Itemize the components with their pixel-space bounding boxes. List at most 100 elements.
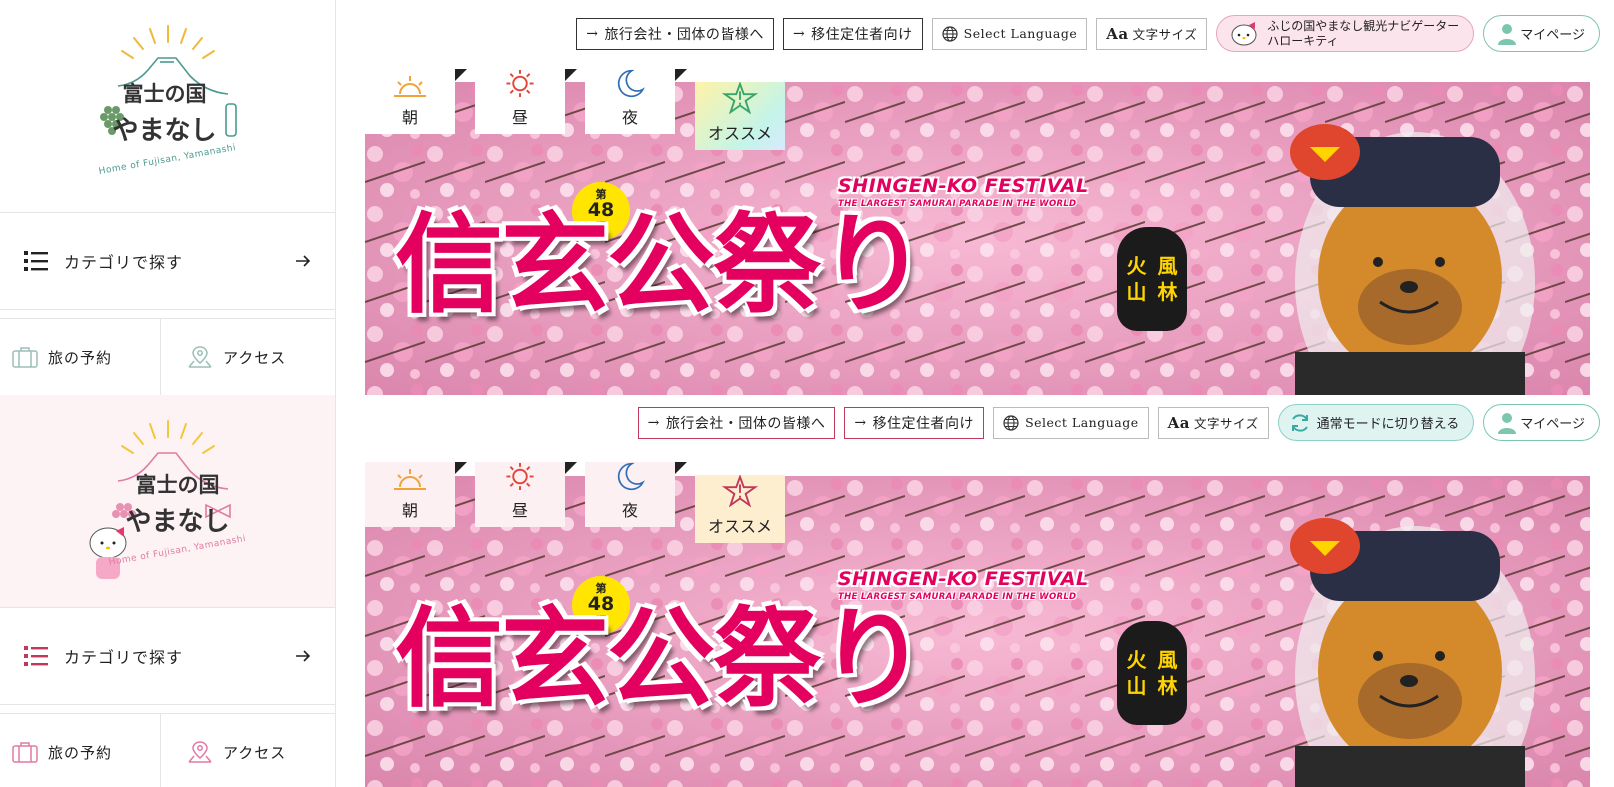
sunrise-icon (394, 76, 426, 97)
mypage-label: マイページ (1520, 28, 1585, 43)
logo-title: 富士の国 やまなし Home of Fujisan, Yamanashi (0, 78, 335, 177)
hello-kitty-mode-line1: ふじの国やまなし観光ナビゲーター (1267, 19, 1460, 34)
relocation-label: 移住定住者向け (872, 415, 975, 432)
sign-char: 山 (1126, 280, 1147, 304)
tab-recommend[interactable]: オススメ (695, 475, 785, 543)
font-size-button[interactable]: Aa 文字サイズ (1157, 406, 1269, 439)
language-label: Select Language (963, 26, 1078, 41)
tab-morning[interactable]: 朝 (365, 462, 467, 527)
tab-recommend[interactable]: オススメ (695, 82, 785, 150)
moon-icon (617, 462, 645, 491)
arrow-right-icon: → (854, 414, 867, 431)
tab-noon[interactable]: 昼 (475, 462, 577, 527)
mascot-image (1290, 518, 1535, 787)
hello-kitty-mode-line2: ハローキティ (1267, 33, 1339, 48)
arrow-right-icon (296, 255, 311, 267)
sign-char: 山 (1126, 674, 1147, 698)
font-size-label: 文字サイズ (1193, 416, 1259, 431)
tab-night[interactable]: 夜 (585, 69, 687, 134)
arrow-right-icon: → (586, 25, 599, 42)
festival-title-en: SHINGEN-KO FESTIVAL (838, 568, 1089, 590)
map-pin-icon (188, 741, 212, 763)
sign-char: 林 (1157, 674, 1178, 698)
mypage-label: マイページ (1520, 417, 1585, 432)
travel-booking-link[interactable]: 旅の予約 (0, 319, 161, 395)
list-icon (24, 251, 48, 271)
mascot-image (1290, 124, 1535, 395)
suitcase-icon (12, 742, 38, 763)
moon-icon (617, 69, 645, 98)
tab-noon-label: 昼 (511, 108, 528, 127)
access-link[interactable]: アクセス (161, 714, 335, 787)
top-navigation: → 旅行会社・団体の皆様へ → 移住定住者向け Select Language Aa… (576, 15, 1600, 52)
hello-kitty-mode-header: 富士の国 やまなし Home of Fujisan, Yamanashi カテゴ… (0, 395, 1614, 787)
category-search-button[interactable]: カテゴリで探す (0, 212, 335, 310)
access-link[interactable]: アクセス (161, 319, 335, 395)
mypage-button[interactable]: マイページ (1483, 15, 1600, 52)
relocation-label: 移住定住者向け (811, 26, 913, 43)
normal-mode-label: 通常モードに切り替える (1316, 417, 1460, 432)
tab-night-label: 夜 (621, 501, 638, 520)
sun-icon (506, 462, 534, 491)
list-icon (24, 646, 48, 666)
sign-char: 火 (1126, 254, 1147, 278)
site-logo-kitty[interactable]: 富士の国 やまなし Home of Fujisan, Yamanashi (0, 395, 335, 607)
furinkazan-sign: 火 風 山 林 (1117, 621, 1187, 725)
hello-kitty-mode-button[interactable]: ふじの国やまなし観光ナビゲーター ハローキティ (1216, 15, 1475, 52)
mypage-button[interactable]: マイページ (1483, 404, 1600, 441)
travel-agency-button[interactable]: → 旅行会社・団体の皆様へ (576, 17, 774, 50)
user-icon (1498, 23, 1517, 45)
language-select-button[interactable]: Select Language (931, 17, 1088, 50)
sign-char: 火 (1126, 648, 1147, 672)
sign-char: 風 (1157, 648, 1178, 672)
tab-noon-label: 昼 (511, 501, 528, 520)
logo-title: 富士の国 やまなし Home of Fujisan, Yamanashi (0, 469, 335, 568)
suitcase-icon (12, 347, 38, 368)
map-pin-icon (188, 346, 212, 368)
tab-recommend-label: オススメ (707, 517, 772, 536)
travel-booking-label: 旅の予約 (48, 743, 113, 762)
arrow-right-icon: → (647, 414, 660, 431)
sidebar: 富士の国 やまなし Home of Fujisan, Yamanashi カテゴ… (0, 0, 336, 395)
time-of-day-tabs: 朝 昼 夜 オススメ (365, 462, 785, 543)
font-size-label: 文字サイズ (1132, 27, 1198, 42)
normal-mode-button[interactable]: 通常モードに切り替える (1277, 404, 1475, 441)
category-search-button[interactable]: カテゴリで探す (0, 607, 335, 705)
travel-agency-button[interactable]: → 旅行会社・団体の皆様へ (637, 406, 836, 439)
logo-title-line1: 富士の国 (122, 81, 207, 106)
sign-char: 林 (1157, 280, 1178, 304)
standard-mode-header: 富士の国 やまなし Home of Fujisan, Yamanashi カテゴ… (0, 0, 1614, 395)
star-icon (722, 82, 758, 114)
category-search-label: カテゴリで探す (64, 648, 184, 667)
globe-icon (942, 25, 958, 42)
star-icon (722, 475, 758, 507)
travel-agency-label: 旅行会社・団体の皆様へ (604, 26, 764, 43)
sidebar-bottom-links: 旅の予約 アクセス (0, 318, 335, 395)
language-select-button[interactable]: Select Language (993, 406, 1149, 439)
access-label: アクセス (223, 348, 287, 367)
site-logo[interactable]: 富士の国 やまなし Home of Fujisan, Yamanashi (0, 0, 335, 210)
relocation-button[interactable]: → 移住定住者向け (782, 17, 923, 50)
sign-char: 風 (1157, 254, 1178, 278)
tab-morning[interactable]: 朝 (365, 69, 467, 134)
travel-booking-link[interactable]: 旅の予約 (0, 714, 161, 787)
sidebar: 富士の国 やまなし Home of Fujisan, Yamanashi カテゴ… (0, 395, 336, 787)
font-size-button[interactable]: Aa 文字サイズ (1096, 17, 1208, 50)
travel-booking-label: 旅の予約 (48, 348, 113, 367)
tab-morning-label: 朝 (401, 501, 418, 520)
time-of-day-tabs: 朝 昼 夜 オススメ (365, 69, 785, 150)
access-label: アクセス (223, 743, 287, 762)
tab-morning-label: 朝 (401, 108, 418, 127)
logo-title-line1: 富士の国 (135, 472, 220, 497)
furinkazan-sign: 火 風 山 林 (1117, 227, 1187, 331)
tab-night[interactable]: 夜 (585, 462, 687, 527)
hello-kitty-mode-label: ふじの国やまなし観光ナビゲーター ハローキティ (1267, 19, 1459, 48)
sidebar-bottom-links: 旅の予約 アクセス (0, 713, 335, 787)
font-size-icon: Aa (1167, 413, 1190, 432)
tab-noon[interactable]: 昼 (475, 69, 577, 134)
relocation-button[interactable]: → 移住定住者向け (844, 406, 985, 439)
arrow-right-icon: → (792, 25, 806, 42)
hello-kitty-icon (1231, 21, 1257, 45)
festival-title-jp: 信玄公祭り (393, 597, 928, 722)
sun-icon (506, 69, 534, 98)
